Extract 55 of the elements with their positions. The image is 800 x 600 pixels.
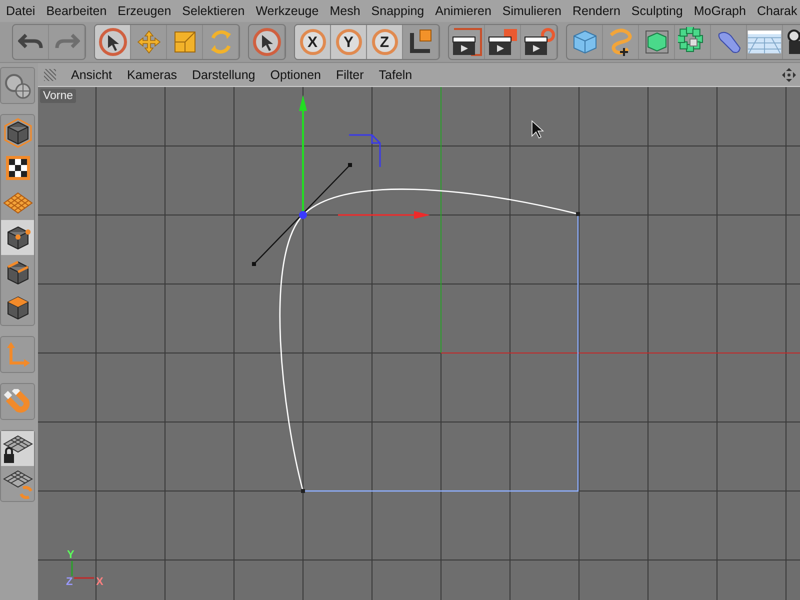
tangent-point: [348, 163, 352, 167]
z-axis-label: Z: [66, 576, 73, 588]
menu-item[interactable]: Datei: [6, 4, 36, 18]
menu-item[interactable]: Mesh: [330, 4, 360, 18]
checkerboard-icon: [4, 154, 30, 180]
cursor-icon: [532, 120, 544, 139]
axis-lock-button[interactable]: Y: [331, 25, 367, 59]
menu-item[interactable]: Snapping: [371, 4, 424, 18]
grid-lock-icon: [2, 434, 32, 464]
move-icon: [136, 29, 162, 55]
grid-sync-icon: [2, 468, 32, 498]
menu-item[interactable]: Charak: [756, 4, 798, 18]
menu-item[interactable]: Erzeugen: [118, 4, 172, 18]
tool-button[interactable]: [95, 25, 131, 59]
scale-icon: [172, 30, 196, 54]
menu-item[interactable]: Bearbeiten: [46, 4, 107, 18]
tangent-point: [252, 262, 256, 266]
axis-letter: X: [300, 29, 326, 55]
clapperboard-icon: [450, 27, 482, 57]
viewport[interactable]: Vorne Y Z X: [38, 87, 800, 600]
axis-letter: Z: [372, 29, 398, 55]
menu-item[interactable]: Selektieren: [182, 4, 245, 18]
menu-item[interactable]: MoGraph: [694, 4, 746, 18]
menu-item[interactable]: Simulieren: [502, 4, 562, 18]
grid-plane-icon: [2, 192, 32, 214]
view-label: Vorne: [40, 89, 76, 103]
menu-item[interactable]: Rendern: [572, 4, 620, 18]
axis-lock-button[interactable]: Z: [367, 25, 403, 59]
move-view-icon[interactable]: [782, 68, 796, 82]
viewport-menu-item[interactable]: Tafeln: [378, 68, 412, 82]
y-axis-label: Y: [67, 549, 74, 561]
mode-button[interactable]: [1, 220, 34, 255]
menu-item[interactable]: Sculpting: [631, 4, 683, 18]
magnet-icon: [4, 388, 32, 414]
viewport-menu-item[interactable]: Optionen: [270, 68, 321, 82]
cube-icon: [570, 28, 598, 56]
x-axis-label: X: [96, 576, 104, 588]
menu-item[interactable]: Animieren: [435, 4, 492, 18]
menu-grip[interactable]: [44, 68, 56, 80]
selected-point: [299, 211, 307, 219]
viewport-menu-item[interactable]: Ansicht: [71, 68, 112, 82]
spline-point: [576, 212, 580, 216]
viewport-menu-item[interactable]: Filter: [336, 68, 364, 82]
spline-point: [301, 489, 305, 493]
axis-lock-button[interactable]: X: [295, 25, 331, 59]
hexagon-cube-icon: [4, 118, 32, 148]
cursor-icon: [98, 27, 128, 57]
clapperboard-icon: [522, 27, 554, 57]
mode-button[interactable]: [1, 431, 34, 466]
axis-letter: Y: [336, 29, 362, 55]
menu-item[interactable]: Werkzeuge: [256, 4, 319, 18]
viewport-menu-item[interactable]: Kameras: [127, 68, 178, 82]
plane-handle-mark: [348, 134, 381, 168]
viewport-menu-item[interactable]: Darstellung: [192, 68, 256, 82]
clapperboard-icon: [486, 27, 518, 57]
